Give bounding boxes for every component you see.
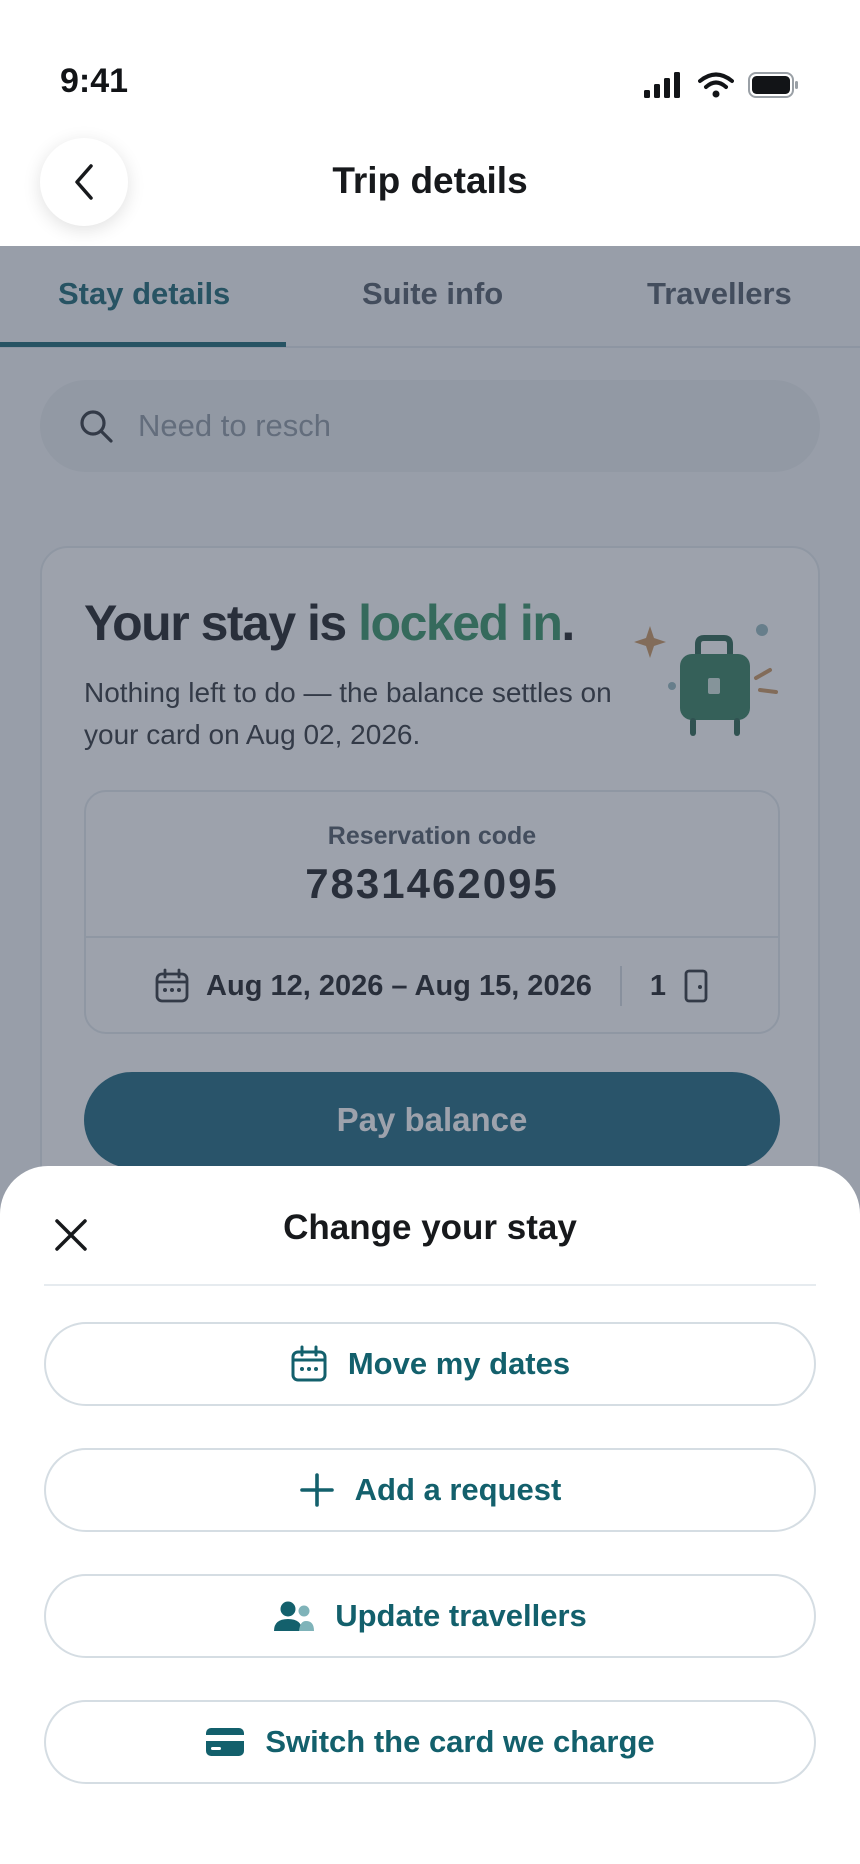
battery-icon (748, 72, 798, 98)
add-request-button[interactable]: Add a request (44, 1448, 816, 1532)
switch-card-button[interactable]: Switch the card we charge (44, 1700, 816, 1784)
calendar-icon (290, 1345, 328, 1383)
update-travellers-button[interactable]: Update travellers (44, 1574, 816, 1658)
wifi-icon (698, 72, 734, 98)
signal-icon (644, 72, 680, 98)
sheet-title: Change your stay (283, 1208, 577, 1247)
change-stay-sheet: Change your stay Move my dates Add a req… (0, 1166, 860, 1864)
page-title: Trip details (332, 160, 528, 201)
top-bar: Trip details (0, 130, 860, 246)
status-time: 9:41 (60, 62, 129, 100)
credit-card-icon (205, 1727, 245, 1757)
move-dates-button[interactable]: Move my dates (44, 1322, 816, 1406)
status-icons (644, 72, 800, 98)
option-label: Move my dates (347, 1346, 571, 1381)
sheet-divider (44, 1284, 816, 1286)
plus-icon (299, 1472, 335, 1508)
option-label: Add a request (354, 1472, 562, 1507)
people-icon (273, 1599, 315, 1633)
option-label: Switch the card we charge (265, 1724, 655, 1759)
option-label: Update travellers (335, 1598, 587, 1633)
status-bar: 9:41 (0, 0, 860, 130)
